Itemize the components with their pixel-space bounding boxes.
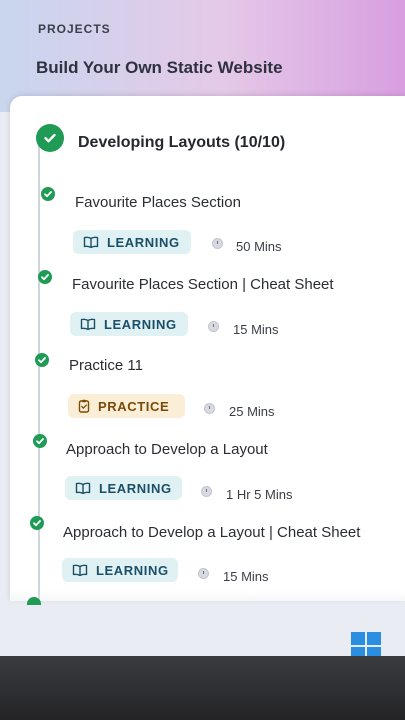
duration-text: 15 Mins <box>223 569 269 584</box>
book-icon <box>72 564 88 576</box>
duration-text: 1 Hr 5 Mins <box>226 487 293 502</box>
badge-label: LEARNING <box>99 480 172 496</box>
duration-text: 25 Mins <box>229 404 275 419</box>
list-fade <box>10 590 405 660</box>
check-icon <box>33 434 47 448</box>
section-check-icon <box>36 124 64 152</box>
item-title[interactable]: Practice 11 <box>69 357 143 374</box>
item-title[interactable]: Favourite Places Section <box>75 194 241 211</box>
clock-icon <box>201 486 212 497</box>
item-title[interactable]: Approach to Develop a Layout <box>66 441 268 458</box>
learning-badge: LEARNING <box>65 476 182 500</box>
badge-label: LEARNING <box>96 562 169 578</box>
timeline-line <box>38 140 40 600</box>
book-icon <box>75 482 91 494</box>
app-screen: PROJECTS Build Your Own Static Website D… <box>0 0 405 660</box>
learning-badge: LEARNING <box>73 230 191 254</box>
book-icon <box>80 318 96 330</box>
clock-icon <box>204 403 215 414</box>
learning-badge: LEARNING <box>70 312 188 336</box>
badge-label: LEARNING <box>107 234 180 250</box>
section-title[interactable]: Developing Layouts (10/10) <box>78 134 285 152</box>
item-title[interactable]: Favourite Places Section | Cheat Sheet <box>72 276 334 293</box>
monitor-bezel <box>0 656 405 720</box>
project-title[interactable]: Build Your Own Static Website <box>36 58 283 78</box>
duration-text: 15 Mins <box>233 322 279 337</box>
duration-text: 50 Mins <box>236 239 282 254</box>
learning-badge: LEARNING <box>62 558 178 582</box>
check-icon <box>27 597 41 605</box>
check-icon <box>35 353 49 367</box>
item-title[interactable]: Approach to Develop a Layout | Cheat She… <box>63 524 360 541</box>
check-icon <box>41 187 55 201</box>
check-icon <box>30 516 44 530</box>
badge-label: LEARNING <box>104 316 177 332</box>
book-icon <box>83 236 99 248</box>
practice-badge: PRACTICE <box>68 394 185 418</box>
check-icon <box>38 270 52 284</box>
clock-icon <box>208 321 219 332</box>
badge-label: PRACTICE <box>98 398 170 414</box>
clock-icon <box>212 238 223 249</box>
clipboard-icon <box>78 399 90 413</box>
projects-label: PROJECTS <box>38 22 111 36</box>
clock-icon <box>198 568 209 579</box>
